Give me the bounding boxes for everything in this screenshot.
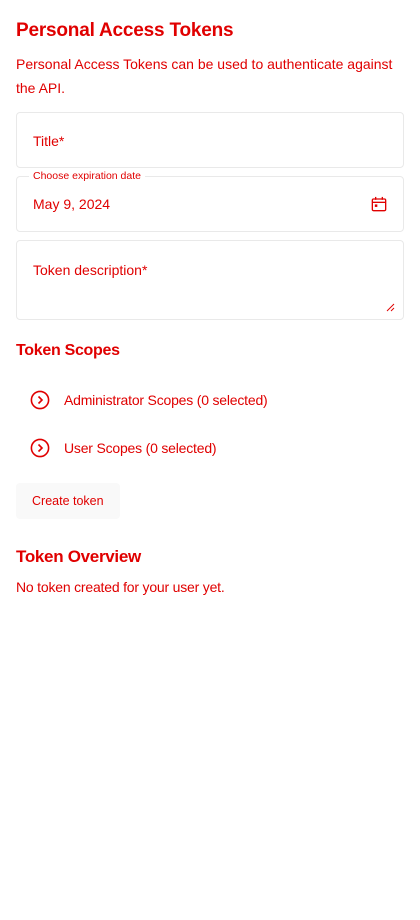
expiration-date-value: May 9, 2024 xyxy=(33,196,111,212)
token-overview-title: Token Overview xyxy=(16,547,141,566)
resize-handle-icon[interactable] xyxy=(383,299,395,312)
token-description-field[interactable]: Token description* xyxy=(16,240,404,320)
administrator-scopes-label: Administrator Scopes (0 selected) xyxy=(64,392,268,408)
title-field[interactable]: Title* xyxy=(16,112,404,168)
intro-text: Personal Access Tokens can be used to au… xyxy=(16,56,393,96)
chevron-right-circle-icon xyxy=(30,390,50,410)
chevron-right-circle-icon xyxy=(30,438,50,458)
expiration-date-field[interactable]: Choose expiration date May 9, 2024 xyxy=(16,169,404,232)
scope-list: Administrator Scopes (0 selected) User S… xyxy=(16,376,404,472)
user-scopes-row[interactable]: User Scopes (0 selected) xyxy=(16,424,404,472)
title-placeholder: Title* xyxy=(33,133,65,149)
token-scopes-title: Token Scopes xyxy=(16,342,120,359)
empty-state-text: No token created for your user yet. xyxy=(16,579,225,595)
calendar-icon[interactable] xyxy=(369,194,389,214)
personal-access-tokens-page: Personal Access Tokens Personal Access T… xyxy=(0,0,420,920)
create-token-button[interactable]: Create token xyxy=(16,483,120,519)
administrator-scopes-row[interactable]: Administrator Scopes (0 selected) xyxy=(16,376,404,424)
token-description-placeholder: Token description* xyxy=(33,262,148,278)
expiration-date-label: Choose expiration date xyxy=(29,169,145,183)
user-scopes-label: User Scopes (0 selected) xyxy=(64,440,217,456)
page-title: Personal Access Tokens xyxy=(16,20,234,41)
